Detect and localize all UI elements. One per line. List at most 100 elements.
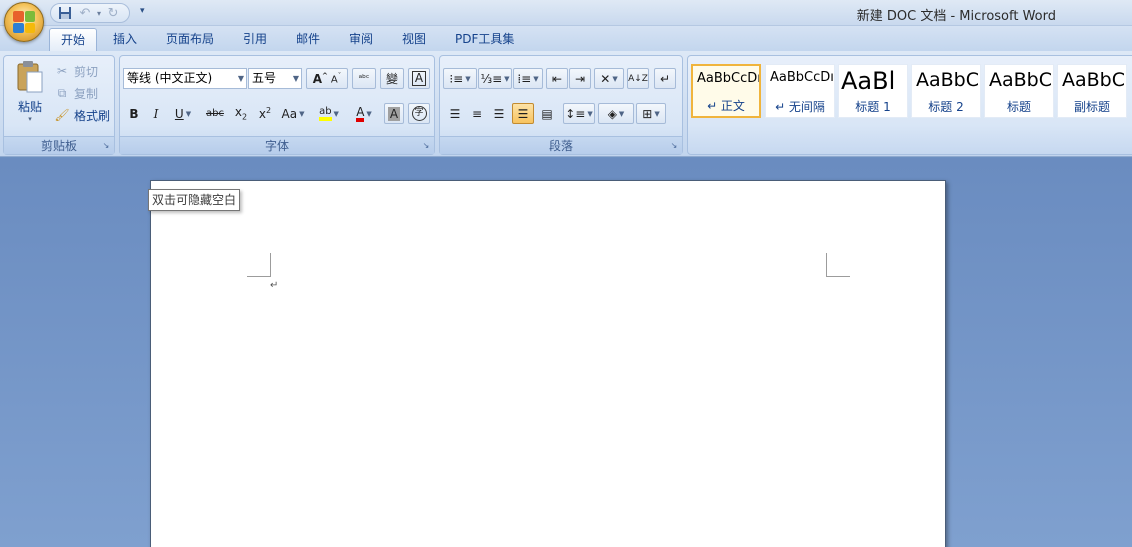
character-shading-button[interactable]: A: [384, 103, 404, 124]
tab-view[interactable]: 视图: [391, 28, 437, 51]
borders-button[interactable]: ⊞ ▼: [636, 103, 666, 124]
numbering-button[interactable]: ⅓≡ ▼: [478, 68, 512, 89]
bullets-button[interactable]: ⁝≡ ▼: [443, 68, 477, 89]
style-card-normal[interactable]: AaBbCcDı ↵ 正文: [691, 64, 761, 118]
bold-button[interactable]: B: [124, 103, 144, 124]
paste-label: 粘贴: [17, 100, 42, 114]
clear-format-button[interactable]: ᵃᵇᶜ: [352, 68, 376, 89]
underline-icon: U: [174, 106, 184, 121]
multilevel-list-button[interactable]: ⁞≡ ▼: [513, 68, 543, 89]
shrink-font-icon[interactable]: Aˇ: [331, 72, 341, 85]
paragraph-mark: ↵: [270, 280, 279, 291]
line-spacing-button[interactable]: ↕≡ ▼: [563, 103, 595, 124]
style-card-heading-1[interactable]: AaBl 标题 1: [838, 64, 908, 118]
cut-button[interactable]: ✂ 剪切: [54, 61, 98, 81]
title-bar: ↶ ▾ ↻ ▾ 新建 DOC 文档 - Microsoft Word: [0, 0, 1132, 42]
styles-group: AaBbCcDı ↵ 正文 AaBbCcDı ↵ 无间隔 AaBl 标题 1 A…: [687, 55, 1132, 155]
enclose-characters-icon: 字: [411, 106, 427, 121]
align-left-button[interactable]: ☰: [445, 103, 465, 124]
align-center-button[interactable]: ≡: [467, 103, 487, 124]
sort-button[interactable]: A↓Z: [627, 68, 649, 89]
enclose-characters-button[interactable]: 字: [408, 103, 430, 124]
tab-pdf-tools[interactable]: PDF工具集: [444, 28, 525, 51]
style-name: 标题 2: [928, 100, 964, 114]
shading-button[interactable]: ◈ ▼: [598, 103, 634, 124]
bullet-list-icon: ⁝≡: [449, 71, 464, 86]
cut-label: 剪切: [74, 64, 99, 79]
justify-button[interactable]: ☰: [512, 103, 534, 124]
style-sample: AaBbC: [1062, 69, 1126, 91]
tab-references[interactable]: 引用: [232, 28, 278, 51]
copy-button[interactable]: ⧉ 复制: [54, 83, 98, 103]
style-card-heading-2[interactable]: AaBbC 标题 2: [911, 64, 981, 118]
scissors-icon: ✂: [56, 64, 68, 78]
decrease-indent-icon: ⇤: [551, 71, 563, 86]
chevron-down-icon: ▼: [185, 109, 192, 118]
chevron-down-icon: ▼: [465, 74, 471, 83]
paragraph-mark-icon: ↵: [659, 71, 671, 86]
undo-dropdown-icon[interactable]: ▾: [97, 9, 101, 18]
document-page[interactable]: [150, 180, 946, 547]
hide-whitespace-tooltip: 双击可隐藏空白: [148, 189, 241, 211]
paste-dropdown-icon[interactable]: ▾: [12, 115, 48, 123]
grow-font-icon[interactable]: A^: [313, 72, 328, 86]
align-right-button[interactable]: ☰: [489, 103, 509, 124]
style-sample: AaBl: [841, 67, 896, 95]
underline-button[interactable]: U ▼: [168, 103, 198, 124]
chevron-down-icon: ▼: [333, 109, 339, 118]
subscript-icon: x2: [234, 105, 248, 122]
margin-corner-top-right: [826, 253, 850, 277]
format-painter-button[interactable]: 🖌 格式刷: [54, 105, 110, 125]
strikethrough-icon: abc: [206, 108, 224, 119]
style-card-title[interactable]: AaBbC 标题: [984, 64, 1054, 118]
increase-indent-button[interactable]: ⇥: [569, 68, 591, 89]
highlight-button[interactable]: ab ▼: [312, 103, 346, 124]
decrease-indent-button[interactable]: ⇤: [546, 68, 568, 89]
italic-button[interactable]: I: [146, 103, 166, 124]
document-area[interactable]: [0, 158, 1132, 547]
phonetic-guide-button[interactable]: 變: [380, 68, 404, 89]
font-name-combo[interactable]: 等线 (中文正文) ▼: [123, 68, 247, 89]
window-title: 新建 DOC 文档 - Microsoft Word: [856, 9, 1056, 24]
grow-shrink-font-buttons: A^ Aˇ: [306, 68, 348, 89]
customize-quick-access-icon[interactable]: ▾: [140, 6, 145, 16]
style-card-no-spacing[interactable]: AaBbCcDı ↵ 无间隔: [765, 64, 835, 118]
clipboard-launcher-icon[interactable]: ↘: [101, 141, 111, 151]
change-case-button[interactable]: Aa ▼: [278, 103, 308, 124]
subscript-button[interactable]: x2: [230, 103, 252, 124]
phonetic-guide-icon: 變: [385, 72, 398, 86]
office-logo-icon: [13, 11, 35, 33]
font-color-button[interactable]: A ▼: [348, 103, 380, 124]
style-card-subtitle[interactable]: AaBbC 副标题: [1057, 64, 1127, 118]
tab-review[interactable]: 审阅: [338, 28, 384, 51]
save-icon[interactable]: [57, 5, 73, 21]
paragraph-group-label: 段落: [440, 136, 682, 154]
align-center-icon: ≡: [471, 106, 483, 121]
font-launcher-icon[interactable]: ↘: [421, 141, 431, 151]
style-sample: AaBbCcDı: [770, 70, 834, 85]
redo-icon[interactable]: ↻: [105, 5, 121, 21]
chevron-down-icon: ▼: [292, 74, 299, 83]
chevron-down-icon: ▼: [366, 109, 372, 118]
tab-mailings[interactable]: 邮件: [285, 28, 331, 51]
tab-page-layout[interactable]: 页面布局: [155, 28, 225, 51]
superscript-button[interactable]: x2: [254, 103, 276, 124]
office-button[interactable]: [4, 2, 44, 42]
style-sample: AaBbCcDı: [697, 71, 761, 86]
sort-icon: A↓Z: [628, 73, 648, 84]
align-right-icon: ☰: [493, 106, 505, 121]
paste-button[interactable]: 粘贴 ▾: [12, 60, 48, 130]
paragraph-launcher-icon[interactable]: ↘: [669, 141, 679, 151]
undo-icon[interactable]: ↶: [77, 5, 93, 21]
font-color-icon: A: [356, 106, 365, 122]
tab-home[interactable]: 开始: [49, 28, 98, 51]
distributed-button[interactable]: ▤: [537, 103, 557, 124]
style-sample: AaBbC: [916, 69, 980, 91]
tab-insert[interactable]: 插入: [102, 28, 148, 51]
chinese-layout-button[interactable]: ✕ ▼: [594, 68, 624, 89]
strikethrough-button[interactable]: abc: [202, 103, 228, 124]
font-size-combo[interactable]: 五号 ▼: [248, 68, 302, 89]
show-hide-marks-button[interactable]: ↵: [654, 68, 676, 89]
bold-icon: B: [129, 106, 139, 121]
character-border-button[interactable]: A: [408, 68, 430, 89]
